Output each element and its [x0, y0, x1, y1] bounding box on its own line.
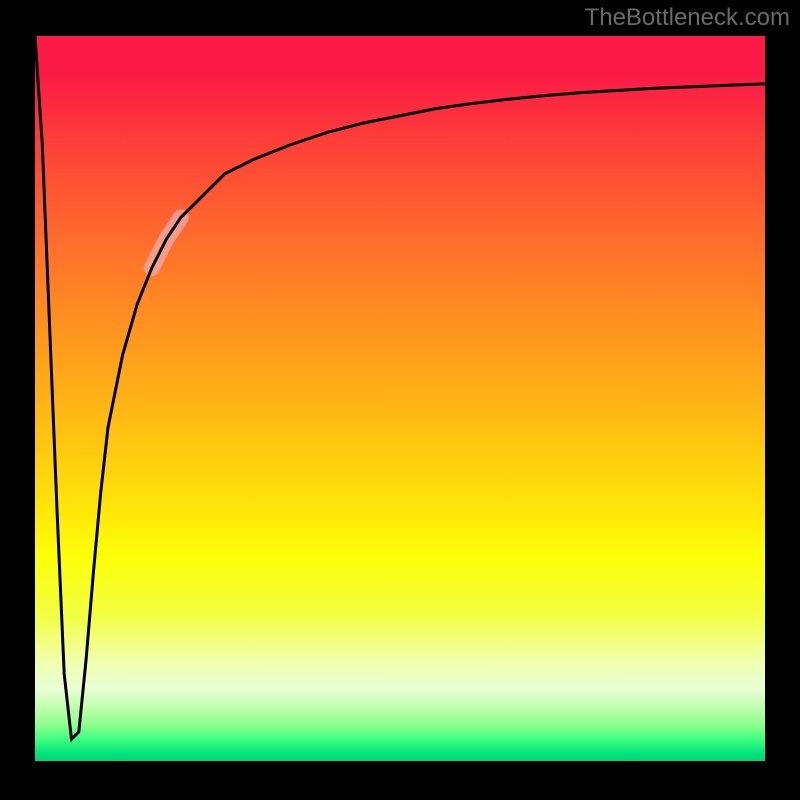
attribution-label: TheBottleneck.com	[585, 4, 790, 32]
bottleneck-curve	[35, 36, 765, 739]
plot-area	[35, 36, 765, 761]
curve-svg	[35, 36, 765, 761]
chart-container: TheBottleneck.com	[0, 0, 800, 800]
